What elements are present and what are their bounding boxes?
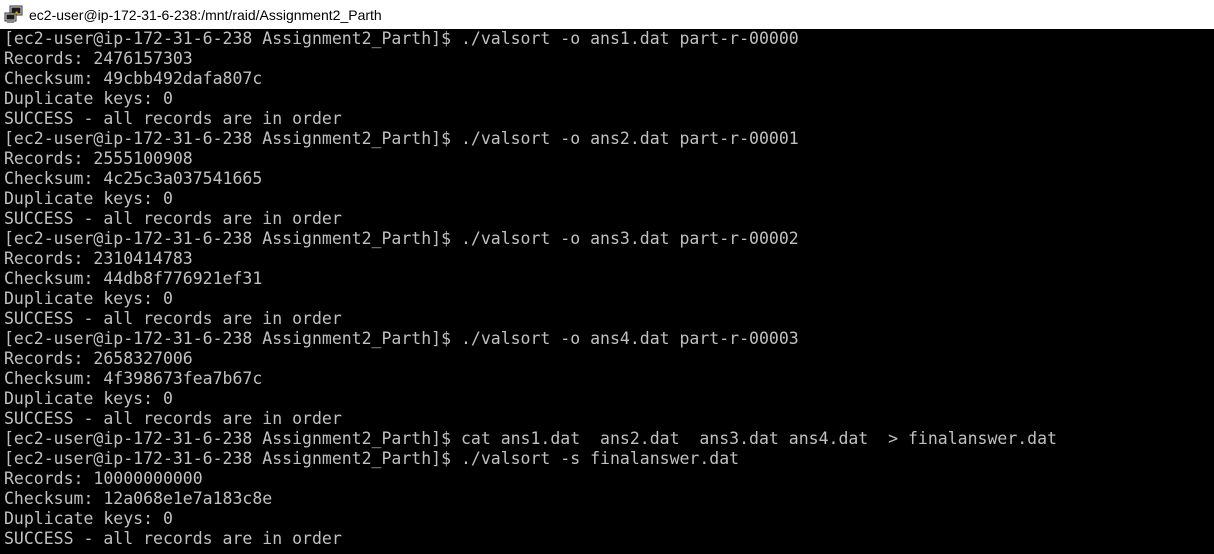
terminal-line: Checksum: 44db8f776921ef31 (4, 269, 263, 288)
terminal-line: Records: 2310414783 (4, 249, 193, 268)
terminal-line: SUCCESS - all records are in order (4, 409, 342, 428)
terminal-line: Records: 2476157303 (4, 49, 193, 68)
terminal-line: Checksum: 4c25c3a037541665 (4, 169, 263, 188)
terminal-lines: [ec2-user@ip-172-31-6-238 Assignment2_Pa… (4, 29, 1214, 549)
terminal-line: Records: 10000000000 (4, 469, 203, 488)
terminal-line: Checksum: 12a068e1e7a183c8e (4, 489, 273, 508)
terminal-line: SUCCESS - all records are in order (4, 309, 342, 328)
terminal-line: SUCCESS - all records are in order (4, 109, 342, 128)
terminal-window: ec2-user@ip-172-31-6-238:/mnt/raid/Assig… (0, 0, 1214, 554)
terminal-line: [ec2-user@ip-172-31-6-238 Assignment2_Pa… (4, 329, 799, 348)
terminal-line: [ec2-user@ip-172-31-6-238 Assignment2_Pa… (4, 229, 799, 248)
title-bar[interactable]: ec2-user@ip-172-31-6-238:/mnt/raid/Assig… (0, 0, 1214, 29)
terminal-line: Duplicate keys: 0 (4, 509, 173, 528)
terminal-line: Duplicate keys: 0 (4, 89, 173, 108)
terminal-output[interactable]: [ec2-user@ip-172-31-6-238 Assignment2_Pa… (0, 29, 1214, 554)
terminal-line: Duplicate keys: 0 (4, 189, 173, 208)
terminal-line: SUCCESS - all records are in order (4, 529, 342, 548)
terminal-line: Records: 2555100908 (4, 149, 193, 168)
putty-terminal-icon[interactable] (4, 5, 23, 24)
terminal-line: Checksum: 4f398673fea7b67c (4, 369, 263, 388)
terminal-line: [ec2-user@ip-172-31-6-238 Assignment2_Pa… (4, 129, 799, 148)
terminal-line: Checksum: 49cbb492dafa807c (4, 69, 263, 88)
terminal-line: Duplicate keys: 0 (4, 289, 173, 308)
terminal-line: [ec2-user@ip-172-31-6-238 Assignment2_Pa… (4, 449, 740, 468)
terminal-line: Duplicate keys: 0 (4, 389, 173, 408)
terminal-line: Records: 2658327006 (4, 349, 193, 368)
terminal-line: SUCCESS - all records are in order (4, 209, 342, 228)
terminal-line: [ec2-user@ip-172-31-6-238 Assignment2_Pa… (4, 29, 799, 48)
terminal-line: [ec2-user@ip-172-31-6-238 Assignment2_Pa… (4, 429, 1057, 448)
window-title: ec2-user@ip-172-31-6-238:/mnt/raid/Assig… (29, 6, 382, 23)
